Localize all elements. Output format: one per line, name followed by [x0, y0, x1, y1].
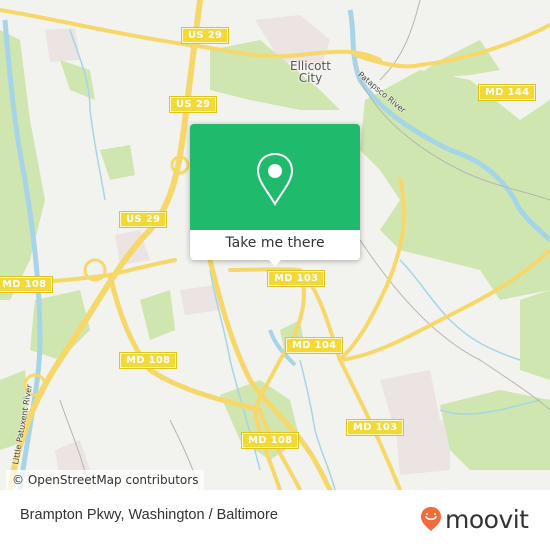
map-view[interactable]: Ellicott City Patapsco River Little Patu…: [0, 0, 550, 490]
road-shield-us29: US 29: [120, 212, 167, 227]
popup-header: [190, 124, 360, 230]
place-label-line2: City: [298, 71, 323, 85]
moovit-pin-icon: [421, 507, 441, 531]
brand-name: moovit: [445, 504, 529, 534]
road-shield-md108: MD 108: [242, 433, 299, 448]
location-title: Brampton Pkwy, Washington / Baltimore: [20, 507, 278, 523]
road-shield-us29: US 29: [182, 28, 229, 43]
road-shield-md108: MD 108: [0, 277, 53, 292]
road-shield-md104: MD 104: [286, 338, 343, 353]
road-shield-md103: MD 103: [268, 271, 325, 286]
moovit-logo[interactable]: moovit: [420, 504, 529, 534]
road-shield-md108: MD 108: [120, 353, 177, 368]
road-shield-md103: MD 103: [347, 420, 404, 435]
map-pin-icon: [256, 152, 294, 206]
footer-bar: Brampton Pkwy, Washington / Baltimore mo…: [0, 490, 550, 550]
popup-pointer: [267, 258, 283, 266]
road-shield-md144: MD 144: [479, 85, 536, 100]
location-popup: Take me there: [190, 124, 360, 266]
map-attribution[interactable]: © OpenStreetMap contributors: [6, 470, 205, 490]
road-shield-us29: US 29: [170, 97, 217, 112]
place-label-ellicott-city: Ellicott City: [290, 60, 331, 84]
take-me-there-button[interactable]: Take me there: [190, 230, 360, 260]
